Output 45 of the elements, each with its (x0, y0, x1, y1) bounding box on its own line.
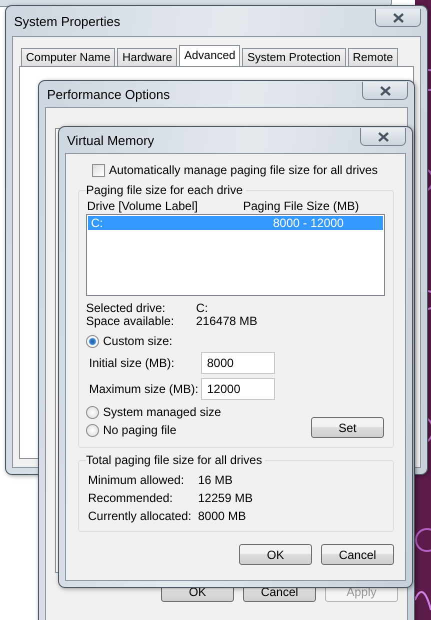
window-title: Virtual Memory (66, 132, 154, 148)
checkbox[interactable] (92, 164, 105, 176)
detail-label: Currently allocated: (88, 509, 192, 523)
detail-value: C: (196, 300, 208, 314)
radio-label: System managed size (103, 405, 222, 419)
tab[interactable]: Computer Name (21, 48, 116, 66)
checkbox-label: Automatically manage paging file size for all drives (109, 163, 378, 177)
detail-value: 216478 MB (196, 314, 258, 328)
detail-value: 12259 MB (198, 491, 253, 505)
window-title: System Properties (13, 14, 120, 28)
close-button[interactable] (360, 128, 406, 146)
column-header: Paging File Size (MB) (243, 199, 360, 213)
close-icon (392, 12, 404, 22)
field-label: Maximum size (MB): (89, 382, 200, 396)
column-header: Drive [Volume Label] (86, 199, 199, 213)
tab[interactable]: System Protection (242, 48, 346, 66)
size-text: 8000 - 12000 (273, 216, 344, 230)
input-field[interactable]: 12000 (201, 378, 275, 400)
detail-value: 16 MB (198, 473, 233, 487)
detail-label: Minimum allowed: (88, 473, 186, 487)
dialog-button[interactable]: Cancel (321, 544, 394, 565)
drive-text: C: (90, 216, 104, 230)
group-title: Total paging file size for all drives (86, 453, 266, 467)
close-icon (378, 132, 388, 142)
close-button[interactable] (375, 9, 421, 27)
tab[interactable]: Remote (348, 48, 398, 66)
set-button[interactable]: Set (311, 417, 384, 438)
detail-label: Recommended: (88, 491, 174, 505)
radio-button[interactable] (86, 406, 99, 418)
dialog-button[interactable]: OK (239, 544, 312, 565)
radio-button[interactable] (86, 424, 99, 436)
tab[interactable]: Advanced (179, 45, 240, 66)
detail-value: 8000 MB (198, 509, 246, 523)
field-label: Initial size (MB): (89, 356, 176, 370)
radio-label: No paging file (103, 423, 176, 437)
group-title: Paging file size for each drive (86, 183, 246, 197)
radio-button[interactable] (86, 334, 99, 348)
tab[interactable]: Hardware (117, 48, 178, 66)
radio-label: Custom size: (103, 334, 172, 348)
close-button[interactable] (362, 82, 408, 100)
detail-label: Space available: (86, 314, 176, 328)
input-field[interactable]: 8000 (201, 352, 275, 374)
close-icon (380, 86, 390, 96)
window-title: Performance Options (46, 86, 170, 102)
detail-label: Selected drive: (86, 300, 166, 314)
